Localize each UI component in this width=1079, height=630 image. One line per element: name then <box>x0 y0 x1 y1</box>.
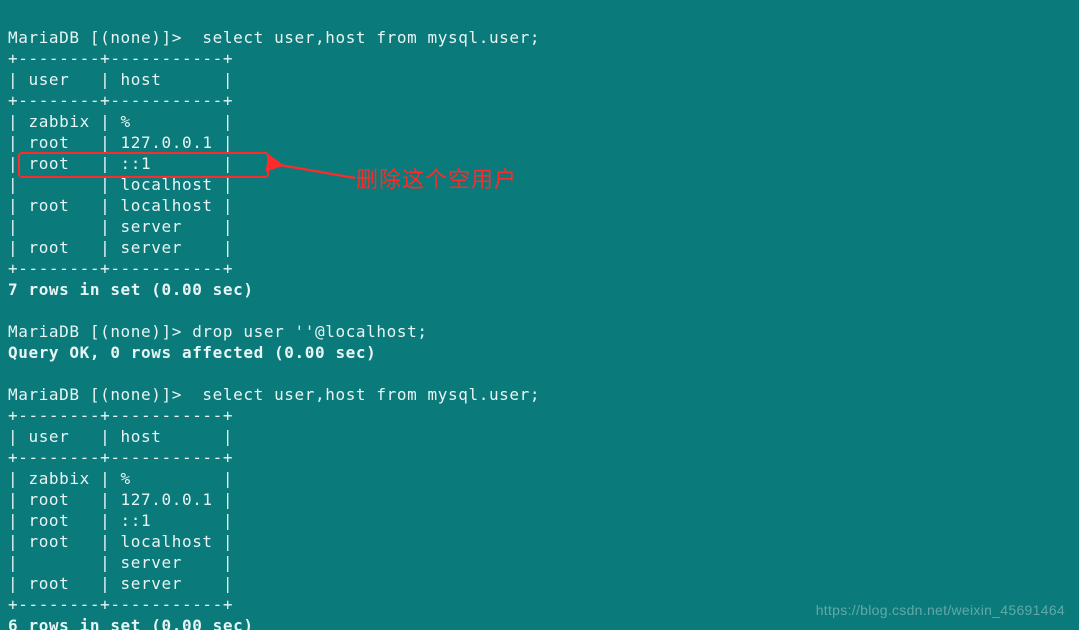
sql-query-3: select user,host from mysql.user; <box>192 385 540 404</box>
sql-query-1: select user,host from mysql.user; <box>192 28 540 47</box>
table-separator: +--------+-----------+ <box>8 91 233 110</box>
prompt: MariaDB [(none)]> <box>8 322 192 341</box>
result-line-2: Query OK, 0 rows affected (0.00 sec) <box>8 343 376 362</box>
prompt-line-1: MariaDB [(none)]> select user,host from … <box>8 28 540 47</box>
table-separator: +--------+-----------+ <box>8 448 233 467</box>
prompt-line-3: MariaDB [(none)]> select user,host from … <box>8 385 540 404</box>
table-header: | user | host | <box>8 427 233 446</box>
table-separator: +--------+-----------+ <box>8 406 233 425</box>
terminal-output: MariaDB [(none)]> select user,host from … <box>0 0 1079 630</box>
table-separator: +--------+-----------+ <box>8 49 233 68</box>
table-rows: | zabbix | % | | root | 127.0.0.1 | | ro… <box>8 469 233 593</box>
table-separator: +--------+-----------+ <box>8 595 233 614</box>
table-separator: +--------+-----------+ <box>8 259 233 278</box>
prompt: MariaDB [(none)]> <box>8 385 192 404</box>
table-rows: | zabbix | % | | root | 127.0.0.1 | | ro… <box>8 112 233 257</box>
sql-query-2: drop user ''@localhost; <box>192 322 427 341</box>
result-footer-3: 6 rows in set (0.00 sec) <box>8 616 254 630</box>
prompt-line-2: MariaDB [(none)]> drop user ''@localhost… <box>8 322 428 341</box>
prompt: MariaDB [(none)]> <box>8 28 192 47</box>
table-header: | user | host | <box>8 70 233 89</box>
result-footer-1: 7 rows in set (0.00 sec) <box>8 280 254 299</box>
